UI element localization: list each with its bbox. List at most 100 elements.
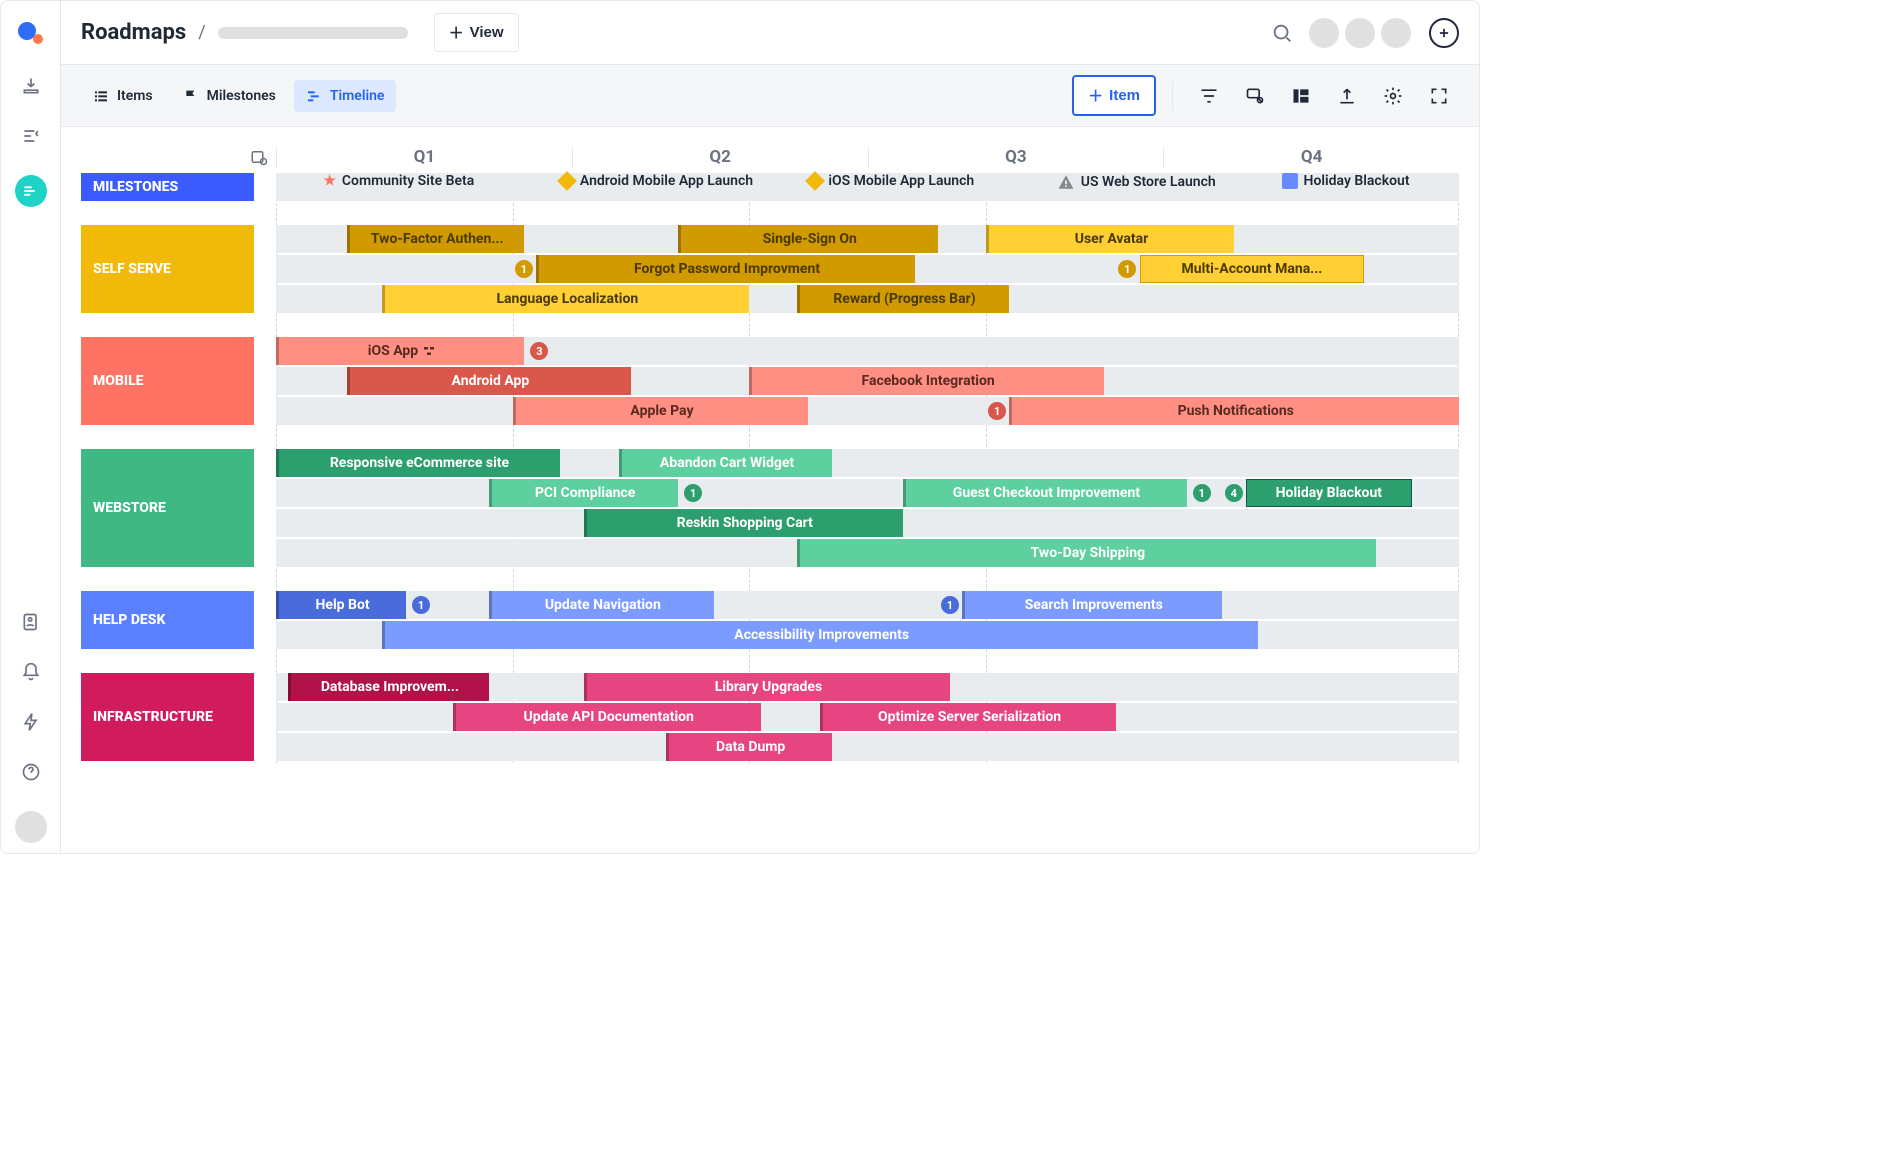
view-toolbar: Items Milestones Timeline ＋ Item: [61, 65, 1479, 127]
help-icon[interactable]: [20, 761, 42, 783]
bar-responsive-ecom[interactable]: Responsive eCommerce site: [276, 449, 560, 477]
dep-badge[interactable]: 1: [412, 596, 430, 614]
breadcrumb-separator: /: [198, 22, 205, 43]
lane-infrastructure: INFRASTRUCTURE Database Improvem... Libr…: [81, 673, 1459, 763]
timeline-row: 1 Forgot Password Improvment 1 Multi-Acc…: [276, 255, 1459, 283]
bar-accessibility[interactable]: Accessibility Improvements: [382, 621, 1257, 649]
lane-header-infrastructure[interactable]: INFRASTRUCTURE: [81, 673, 254, 761]
add-collaborator-button[interactable]: [1429, 18, 1459, 48]
dep-badge[interactable]: 3: [530, 342, 548, 360]
dep-badge[interactable]: 1: [1193, 484, 1211, 502]
dep-badge[interactable]: 1: [684, 484, 702, 502]
bar-multi-account[interactable]: Multi-Account Mana...: [1140, 255, 1365, 283]
subtask-icon: [422, 345, 436, 357]
app-logo[interactable]: [17, 19, 45, 47]
filter-icon[interactable]: [1189, 80, 1229, 112]
bar-language-loc[interactable]: Language Localization: [382, 285, 749, 313]
lane-header-self-serve[interactable]: SELF SERVE: [81, 225, 254, 313]
dep-badge[interactable]: 1: [1118, 260, 1136, 278]
dep-badge[interactable]: 1: [515, 260, 533, 278]
lane-self-serve: SELF SERVE Two-Factor Authen... Single-S…: [81, 225, 1459, 315]
bar-forgot-password[interactable]: Forgot Password Improvment: [536, 255, 915, 283]
collaborator-avatar[interactable]: [1381, 18, 1411, 48]
bar-android-app[interactable]: Android App: [347, 367, 631, 395]
bar-pci[interactable]: PCI Compliance: [489, 479, 678, 507]
bar-api-docs[interactable]: Update API Documentation: [453, 703, 761, 731]
bar-sso[interactable]: Single-Sign On: [678, 225, 938, 253]
bar-lib-upgrades[interactable]: Library Upgrades: [584, 673, 951, 701]
tab-items[interactable]: Items: [81, 80, 165, 112]
bar-help-bot[interactable]: Help Bot: [276, 591, 406, 619]
tab-milestones[interactable]: Milestones: [171, 80, 288, 112]
add-item-button[interactable]: ＋ Item: [1072, 75, 1156, 116]
roadmap-icon[interactable]: [15, 175, 47, 207]
bar-label: iOS App: [368, 343, 418, 359]
contacts-icon[interactable]: [20, 611, 42, 633]
diamond-icon: [557, 171, 577, 191]
user-avatar[interactable]: [15, 811, 47, 843]
export-icon[interactable]: [1327, 80, 1367, 112]
bar-user-avatar[interactable]: User Avatar: [986, 225, 1234, 253]
bar-push-notifications[interactable]: Push Notifications: [1009, 397, 1459, 425]
bar-holiday-blackout[interactable]: Holiday Blackout: [1246, 479, 1412, 507]
bar-apple-pay[interactable]: Apple Pay: [513, 397, 809, 425]
timeline-row: Responsive eCommerce site Abandon Cart W…: [276, 449, 1459, 477]
gear-icon[interactable]: [1373, 80, 1413, 112]
fullscreen-icon[interactable]: [1419, 80, 1459, 112]
milestone-item[interactable]: US Web Store Launch: [1057, 173, 1216, 191]
bar-opt-serialization[interactable]: Optimize Server Serialization: [820, 703, 1116, 731]
milestone-label: Android Mobile App Launch: [580, 173, 753, 189]
add-view-button[interactable]: ＋ View: [434, 13, 519, 52]
milestone-label: US Web Store Launch: [1081, 174, 1216, 190]
sidebar: [1, 1, 61, 853]
bar-update-nav[interactable]: Update Navigation: [489, 591, 714, 619]
link-filter-icon[interactable]: [1235, 80, 1275, 112]
bar-data-dump[interactable]: Data Dump: [666, 733, 832, 761]
lane-header-milestones[interactable]: MILESTONES: [81, 173, 254, 201]
bar-search-imp[interactable]: Search Improvements: [962, 591, 1222, 619]
layout-icon[interactable]: [1281, 80, 1321, 112]
bar-abandon-cart[interactable]: Abandon Cart Widget: [619, 449, 832, 477]
calendar-settings-icon[interactable]: [250, 148, 268, 166]
dep-badge[interactable]: 4: [1225, 484, 1243, 502]
flag-icon: [183, 88, 199, 104]
main-area: Roadmaps / ＋ View Items Milestones: [61, 1, 1479, 853]
diamond-icon: [805, 171, 825, 191]
timeline-row: Apple Pay 1 Push Notifications: [276, 397, 1459, 425]
timeline-icon: [306, 88, 322, 104]
search-icon[interactable]: [1271, 22, 1293, 44]
roadmap-name-placeholder[interactable]: [218, 27, 408, 39]
lane-header-mobile[interactable]: MOBILE: [81, 337, 254, 425]
download-icon[interactable]: [20, 75, 42, 97]
tab-items-label: Items: [117, 88, 153, 104]
milestone-item[interactable]: Holiday Blackout: [1282, 173, 1410, 189]
milestone-item[interactable]: ★ Community Site Beta: [323, 173, 474, 189]
lane-header-webstore[interactable]: WEBSTORE: [81, 449, 254, 567]
bar-facebook-integration[interactable]: Facebook Integration: [749, 367, 1104, 395]
bell-icon[interactable]: [20, 661, 42, 683]
bar-two-factor[interactable]: Two-Factor Authen...: [347, 225, 524, 253]
milestone-item[interactable]: Android Mobile App Launch: [560, 173, 753, 189]
bar-ios-app[interactable]: iOS App: [276, 337, 524, 365]
bar-two-day-ship[interactable]: Two-Day Shipping: [797, 539, 1377, 567]
lane-header-help-desk[interactable]: HELP DESK: [81, 591, 254, 649]
time-axis: Q1 Q2 Q3 Q4: [81, 147, 1459, 167]
tab-timeline[interactable]: Timeline: [294, 80, 397, 112]
milestone-label: iOS Mobile App Launch: [828, 173, 974, 189]
bar-guest-checkout[interactable]: Guest Checkout Improvement: [903, 479, 1187, 507]
dep-badge[interactable]: 1: [988, 402, 1006, 420]
list-progress-icon[interactable]: [20, 125, 42, 147]
bar-db-improve[interactable]: Database Improvem...: [288, 673, 489, 701]
lightning-icon[interactable]: [20, 711, 42, 733]
dep-badge[interactable]: 1: [941, 596, 959, 614]
axis-q1: Q1: [276, 147, 572, 167]
timeline-row: iOS App 3: [276, 337, 1459, 365]
bar-reward[interactable]: Reward (Progress Bar): [797, 285, 1010, 313]
collaborator-avatar[interactable]: [1345, 18, 1375, 48]
collaborator-avatar[interactable]: [1309, 18, 1339, 48]
milestone-item[interactable]: iOS Mobile App Launch: [808, 173, 974, 189]
bar-reskin-cart[interactable]: Reskin Shopping Cart: [584, 509, 903, 537]
list-icon: [93, 88, 109, 104]
add-item-label: Item: [1109, 87, 1140, 104]
divider: [1172, 82, 1173, 110]
